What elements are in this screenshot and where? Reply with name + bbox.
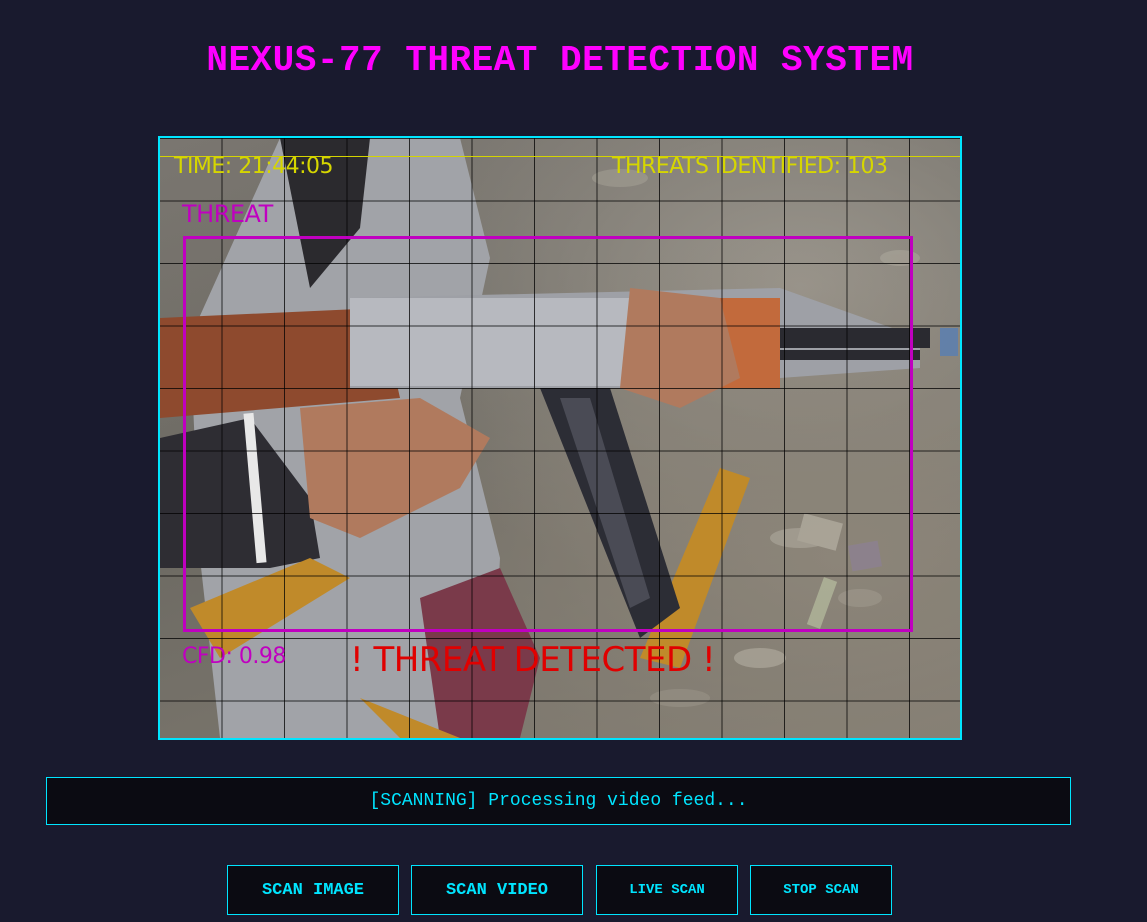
detection-bounding-box [183, 236, 913, 632]
hud-time: TIME: 21:44:05 [174, 154, 334, 179]
status-message: [SCANNING] Processing video feed... [369, 791, 748, 811]
scan-image-button[interactable]: SCAN IMAGE [227, 865, 399, 915]
scan-video-button[interactable]: SCAN VIDEO [411, 865, 583, 915]
status-bar: [SCANNING] Processing video feed... [46, 777, 1071, 825]
stop-scan-button[interactable]: STOP SCAN [750, 865, 892, 915]
page-title: NEXUS-77 THREAT DETECTION SYSTEM [206, 40, 914, 81]
detection-confidence: CFD: 0.98 [182, 644, 286, 669]
live-scan-button[interactable]: LIVE SCAN [596, 865, 738, 915]
threat-alert-text: ! THREAT DETECTED ! [350, 640, 716, 680]
detection-box-label: THREAT [182, 200, 273, 228]
video-feed-panel: TIME: 21:44:05 THREATS IDENTIFIED: 103 T… [158, 136, 962, 740]
app-root: NEXUS-77 THREAT DETECTION SYSTEM TIME: 2… [0, 0, 1147, 922]
hud-threat-count: THREATS IDENTIFIED: 103 [612, 154, 888, 179]
